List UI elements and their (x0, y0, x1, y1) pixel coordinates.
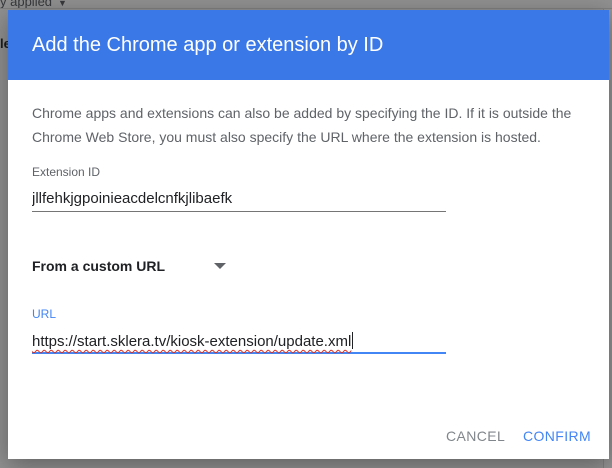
url-label: URL (32, 307, 57, 321)
extension-id-input[interactable] (32, 186, 446, 212)
url-value-text: https://start.sklera.tv/kiosk-extension/… (32, 333, 352, 350)
confirm-button[interactable]: CONFIRM (521, 424, 593, 448)
url-input-value: https://start.sklera.tv/kiosk-extension/… (32, 332, 354, 350)
dialog-description: Chrome apps and extensions can also be a… (32, 105, 572, 145)
source-type-select[interactable]: From a custom URL (32, 254, 228, 278)
extension-id-label: Extension ID (32, 165, 101, 179)
cancel-button[interactable]: CANCEL (444, 424, 507, 448)
add-extension-dialog: Add the Chrome app or extension by ID Ch… (8, 10, 609, 459)
source-type-value: From a custom URL (32, 258, 166, 274)
chevron-down-icon (214, 263, 226, 269)
dialog-title: Add the Chrome app or extension by ID (32, 33, 384, 56)
dialog-header: Add the Chrome app or extension by ID (8, 10, 609, 80)
text-cursor (352, 332, 354, 349)
